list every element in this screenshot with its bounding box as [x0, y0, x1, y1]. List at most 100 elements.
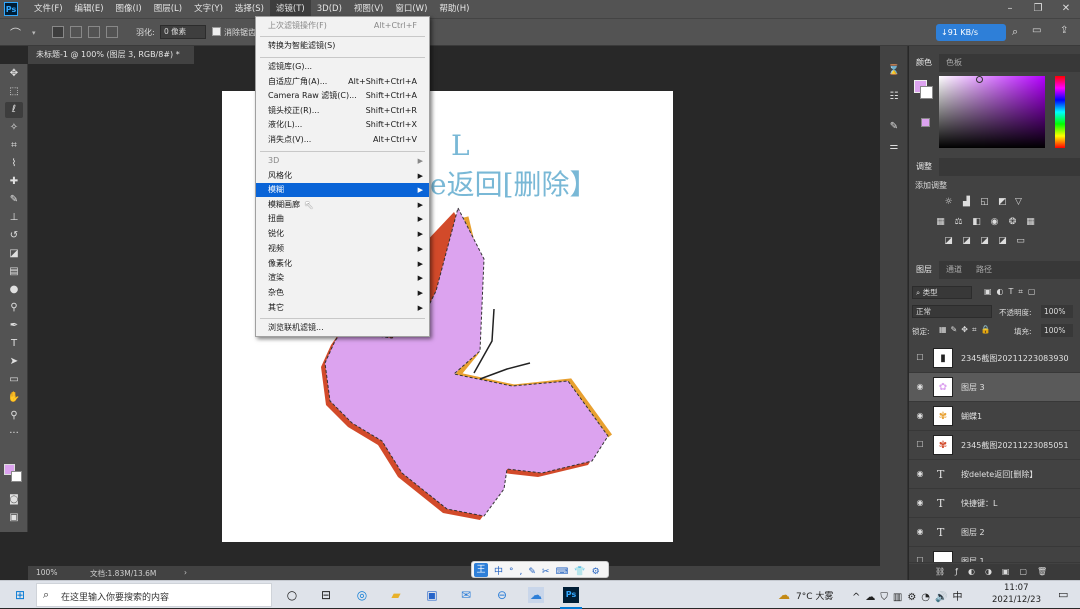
cloud-app-icon[interactable]: ☁: [528, 587, 544, 603]
menu-item-last-filter[interactable]: 上次滤镜操作(F) Alt+Ctrl+F: [256, 19, 429, 33]
zoom-level[interactable]: 100%: [36, 568, 57, 577]
new-selection-icon[interactable]: [52, 26, 64, 38]
menu-item-liquify[interactable]: 液化(L)... Shift+Ctrl+X: [256, 118, 429, 132]
marquee-tool-icon[interactable]: ⬚: [5, 84, 23, 100]
menu-item-video[interactable]: 视频 ▶: [256, 242, 429, 256]
gradient-map-icon[interactable]: ▭: [1015, 236, 1026, 247]
lasso-tool-icon[interactable]: ℓ: [5, 102, 23, 118]
eraser-tool-icon[interactable]: ◪: [5, 246, 23, 262]
menu-item-pixelate[interactable]: 像素化 ▶: [256, 257, 429, 271]
visibility-off-icon[interactable]: ☐: [915, 440, 925, 450]
notification-icon[interactable]: ▭: [1058, 588, 1068, 601]
eye-icon[interactable]: ◉: [915, 498, 925, 508]
layer-row[interactable]: ◉ T 快捷键：L: [909, 489, 1080, 518]
menu-item-camera-raw[interactable]: Camera Raw 滤镜(C)... Shift+Ctrl+A: [256, 89, 429, 103]
chevron-down-icon[interactable]: ▾: [32, 29, 36, 37]
posterize-icon[interactable]: ◪: [961, 236, 972, 247]
task-view-icon[interactable]: ○: [284, 587, 300, 603]
antialias-checkbox[interactable]: [212, 27, 221, 36]
tab-swatches[interactable]: 色板: [939, 54, 969, 72]
channel-mixer-icon[interactable]: ❂: [1007, 217, 1018, 228]
exposure-icon[interactable]: ◩: [997, 197, 1008, 208]
layer-row[interactable]: ◉ T 图层 2: [909, 518, 1080, 547]
menu-item-other[interactable]: 其它 ▶: [256, 301, 429, 315]
menu-item-browse-online-filters[interactable]: 浏览联机滤镜...: [256, 321, 429, 335]
menu-help[interactable]: 帮助(H): [433, 0, 475, 18]
opacity-input[interactable]: 100%: [1041, 305, 1073, 318]
app-icon[interactable]: ⊖: [494, 587, 510, 603]
edge-browser-icon[interactable]: ◎: [354, 587, 370, 603]
maximize-icon[interactable]: ❐: [1024, 0, 1052, 18]
visibility-off-icon[interactable]: ☐: [915, 353, 925, 363]
menu-item-filter-gallery[interactable]: 滤镜库(G)...: [256, 60, 429, 74]
properties-icon[interactable]: ☷: [887, 90, 901, 104]
tab-paths[interactable]: 路径: [969, 261, 999, 279]
history-brush-tool-icon[interactable]: ↺: [5, 228, 23, 244]
windows-start-icon[interactable]: ⊞: [12, 587, 28, 603]
ime-logo-icon[interactable]: 王: [474, 563, 488, 577]
color-picker-cursor[interactable]: [976, 76, 983, 83]
tab-color[interactable]: 颜色: [909, 54, 939, 72]
magic-wand-tool-icon[interactable]: ✧: [5, 120, 23, 136]
menu-item-3d[interactable]: 3D ▶: [256, 154, 429, 168]
widgets-icon[interactable]: ⊟: [318, 587, 334, 603]
crop-tool-icon[interactable]: ⌗: [5, 138, 23, 154]
lock-icons[interactable]: ▦✎✥⌗🔒: [939, 325, 994, 335]
brush-tool-icon[interactable]: ✎: [5, 192, 23, 208]
blur-tool-icon[interactable]: ●: [5, 282, 23, 298]
intersect-selection-icon[interactable]: [106, 26, 118, 38]
zoom-tool-icon[interactable]: ⚲: [5, 408, 23, 424]
black-white-icon[interactable]: ◧: [971, 217, 982, 228]
menu-item-stylize[interactable]: 风格化 ▶: [256, 169, 429, 183]
store-icon[interactable]: ▣: [424, 587, 440, 603]
layer-row[interactable]: ☐ ▮ 2345截图20211223083930: [909, 344, 1080, 373]
menu-item-lens-correction[interactable]: 镜头校正(R)... Shift+Ctrl+R: [256, 104, 429, 118]
layer-row[interactable]: ◉ ✿ 图层 3: [909, 373, 1080, 402]
layer-kind-filter[interactable]: ⌕ 类型: [912, 286, 972, 299]
document-tab[interactable]: 未标题-1 @ 100% (图层 3, RGB/8#) * ×: [28, 46, 194, 77]
vibrance-icon[interactable]: ▽: [1013, 197, 1024, 208]
menu-image[interactable]: 图像(I): [110, 0, 148, 18]
feather-input[interactable]: 0 像素: [160, 25, 206, 39]
eye-icon[interactable]: ◉: [915, 469, 925, 479]
levels-icon[interactable]: ▟: [961, 197, 972, 208]
share-icon[interactable]: ⇪: [1060, 25, 1068, 36]
close-icon[interactable]: ✕: [1052, 0, 1080, 18]
menu-item-sharpen[interactable]: 锐化 ▶: [256, 227, 429, 241]
brightness-icon[interactable]: ☼: [943, 197, 954, 208]
layer-row[interactable]: ◉ ✾ 蝴蝶1: [909, 402, 1080, 431]
tab-layers[interactable]: 图层: [909, 261, 939, 279]
menu-item-noise[interactable]: 杂色 ▶: [256, 286, 429, 300]
workspace-icon[interactable]: ▭: [1032, 25, 1041, 36]
tab-channels[interactable]: 通道: [939, 261, 969, 279]
color-balance-icon[interactable]: ⚖: [953, 217, 964, 228]
photo-filter-icon[interactable]: ◉: [989, 217, 1000, 228]
background-color-swatch[interactable]: [11, 471, 22, 482]
visibility-off-icon[interactable]: ☐: [915, 556, 925, 562]
photoshop-taskbar-icon[interactable]: Ps: [563, 587, 579, 603]
color-lookup-icon[interactable]: ▦: [1025, 217, 1036, 228]
search-icon[interactable]: ⌕: [1012, 25, 1018, 39]
subtract-selection-icon[interactable]: [88, 26, 100, 38]
menu-item-blur[interactable]: 模糊 ▶: [256, 183, 429, 197]
dodge-tool-icon[interactable]: ⚲: [5, 300, 23, 316]
eye-icon[interactable]: ◉: [915, 382, 925, 392]
gradient-tool-icon[interactable]: ▤: [5, 264, 23, 280]
rectangle-tool-icon[interactable]: ▭: [5, 372, 23, 388]
eyedropper-tool-icon[interactable]: ⌇: [5, 156, 23, 172]
type-tool-icon[interactable]: T: [5, 336, 23, 352]
layer-row[interactable]: ☐ ✾ 2345截图20211223085051: [909, 431, 1080, 460]
chevron-right-icon[interactable]: ›: [184, 568, 187, 577]
blend-mode-select[interactable]: 正常: [912, 305, 992, 318]
file-explorer-icon[interactable]: ▰: [388, 587, 404, 603]
clock-date[interactable]: 2021/12/23: [992, 595, 1041, 605]
selective-color-icon[interactable]: ◪: [997, 236, 1008, 247]
brush-settings-icon[interactable]: ✎: [887, 120, 901, 134]
swatch-history[interactable]: [921, 118, 930, 127]
menu-item-vanishing-point[interactable]: 消失点(V)... Alt+Ctrl+V: [256, 133, 429, 147]
system-tray-icons[interactable]: ^☁⛉▥⚙◔🔊中: [852, 588, 967, 603]
healing-brush-tool-icon[interactable]: ✚: [5, 174, 23, 190]
tab-adjustments[interactable]: 调整: [909, 158, 939, 176]
clone-stamp-tool-icon[interactable]: ⊥: [5, 210, 23, 226]
mail-icon[interactable]: ✉: [458, 587, 474, 603]
